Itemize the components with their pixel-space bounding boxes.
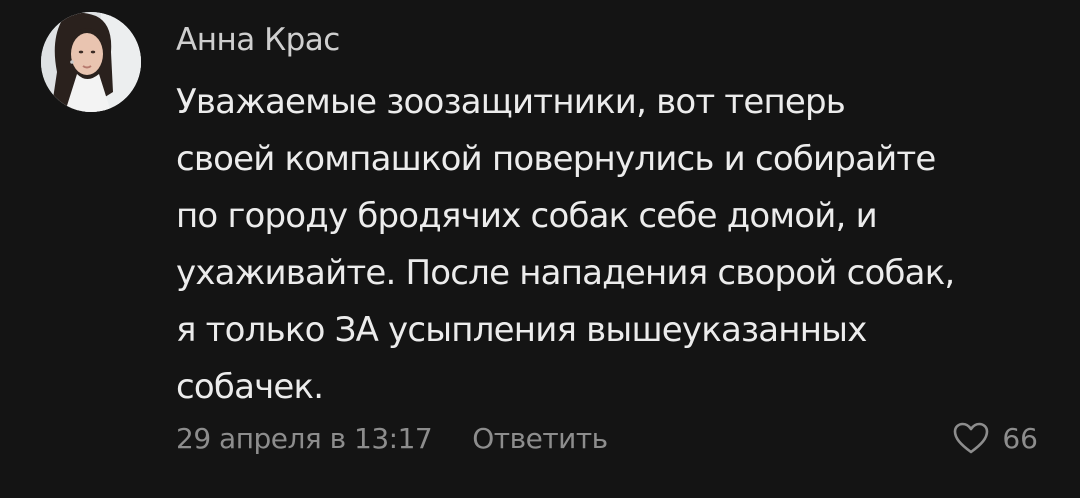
author-name[interactable]: Анна Крас [176, 18, 340, 62]
avatar-photo [41, 12, 141, 112]
comment: Анна Крас Уважаемые зоозащитники, вот те… [0, 0, 1080, 498]
heart-icon [952, 421, 990, 455]
comment-text-line: собачек. [176, 367, 324, 407]
reply-button[interactable]: Ответить [472, 422, 608, 455]
avatar[interactable] [41, 12, 141, 112]
timestamp: 29 апреля в 13:17 [176, 421, 433, 455]
comment-text-line: я только ЗА усыпления вышеуказанных [176, 310, 867, 350]
like-button[interactable]: 66 [952, 416, 1038, 460]
likes-count: 66 [1002, 421, 1038, 455]
comment-text-line: Уважаемые зоозащитники, вот теперь [176, 82, 846, 122]
comment-text-line: по городу бродячих собак себе домой, и [176, 196, 878, 236]
comment-text-line: своей компашкой повернулись и собирайте [176, 139, 936, 179]
comment-text-line: ухаживайте. После нападения сворой собак… [176, 253, 955, 293]
comment-meta: 29 апреля в 13:17 Ответить [176, 416, 608, 460]
comment-text: Уважаемые зоозащитники, вот теперь своей… [176, 74, 1056, 416]
